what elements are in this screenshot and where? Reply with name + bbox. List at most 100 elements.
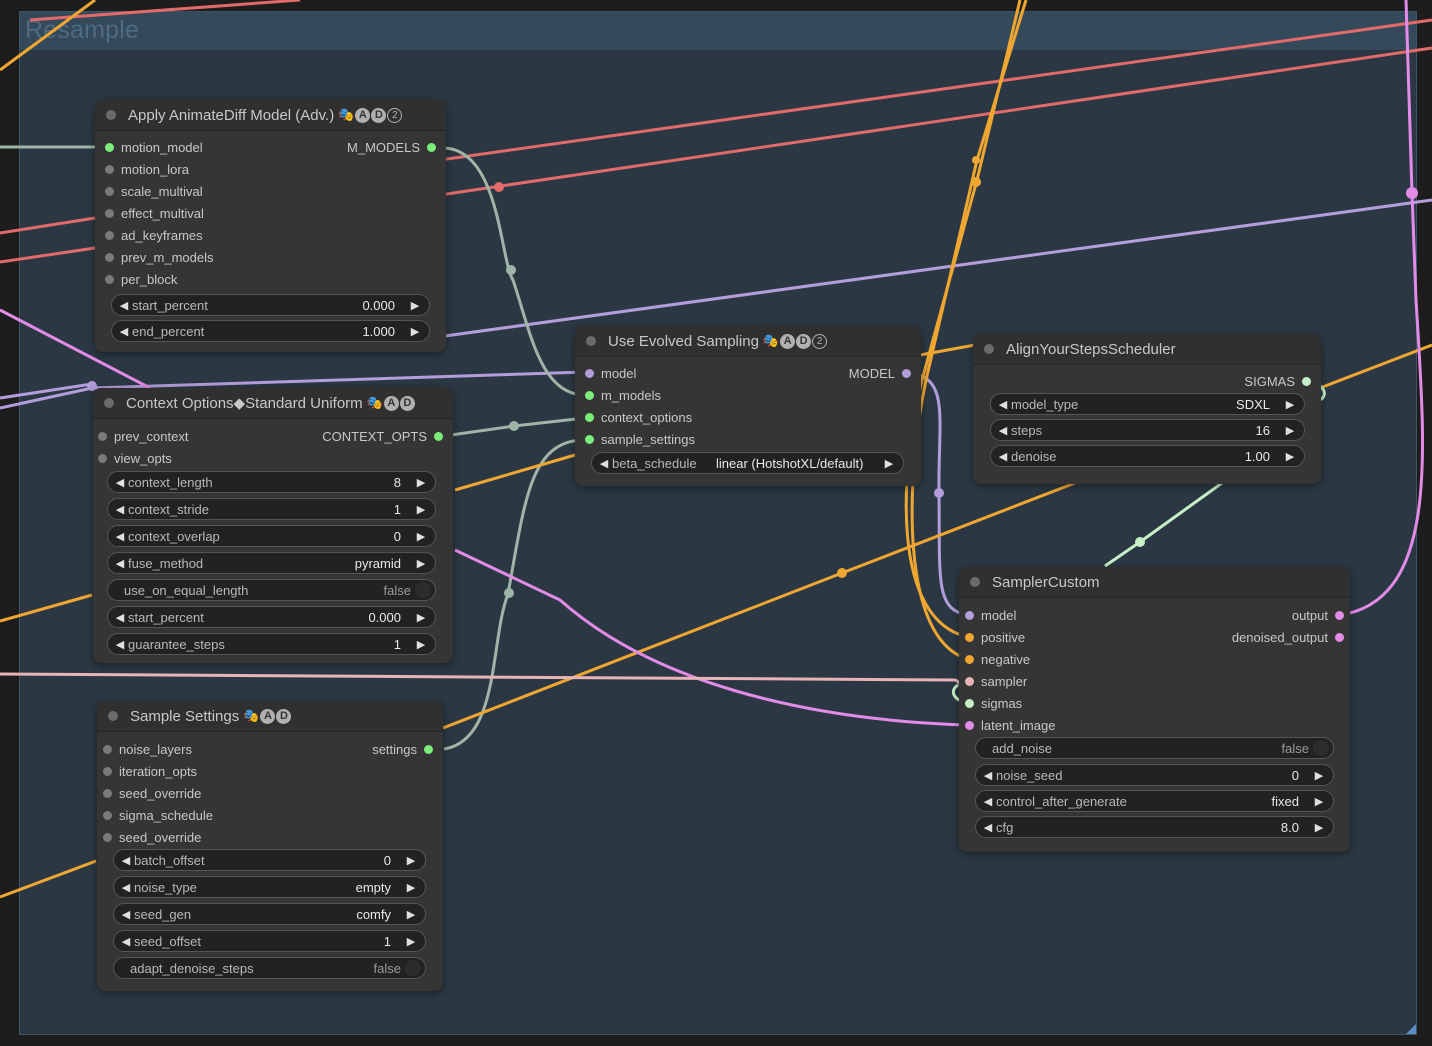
increment-arrow-icon[interactable]: ▶	[1311, 769, 1327, 782]
widget-end-percent[interactable]: ◀ end_percent 1.000 ▶	[111, 320, 430, 342]
slot-dot-icon[interactable]	[105, 252, 114, 262]
slot-dot-icon[interactable]	[105, 186, 114, 196]
input-slot-motion-model[interactable]: motion_model	[105, 136, 203, 158]
input-slot-per-block[interactable]: per_block	[105, 268, 177, 290]
input-slot-positive[interactable]: positive	[965, 626, 1025, 648]
input-slot-prev-m-models[interactable]: prev_m_models	[105, 246, 214, 268]
input-slot-ad-keyframes[interactable]: ad_keyframes	[105, 224, 203, 246]
slot-dot-icon[interactable]	[103, 788, 112, 798]
node-context-options[interactable]: Context Options◆Standard Uniform 🎭 A D p…	[93, 388, 453, 663]
widget-seed-offset[interactable]: ◀ seed_offset 1 ▶	[113, 930, 426, 952]
decrement-arrow-icon[interactable]: ◀	[118, 908, 134, 921]
slot-dot-icon[interactable]	[1335, 632, 1344, 642]
increment-arrow-icon[interactable]: ▶	[1282, 398, 1298, 411]
widget-fuse-method[interactable]: ◀ fuse_method pyramid ▶	[107, 552, 436, 574]
node-align-your-steps-scheduler[interactable]: AlignYourStepsScheduler SIGMAS ◀ model_ty…	[973, 334, 1321, 484]
widget-value[interactable]: pyramid	[355, 556, 401, 571]
group-header[interactable]: Resample	[20, 12, 1416, 50]
collapse-dot-icon[interactable]	[586, 336, 596, 346]
node-header[interactable]: Sample Settings 🎭 A D	[97, 701, 443, 732]
decrement-arrow-icon[interactable]: ◀	[596, 457, 612, 470]
decrement-arrow-icon[interactable]: ◀	[112, 557, 128, 570]
decrement-arrow-icon[interactable]: ◀	[116, 299, 132, 312]
slot-dot-icon[interactable]	[105, 274, 114, 284]
widget-seed-gen[interactable]: ◀ seed_gen comfy ▶	[113, 903, 426, 925]
slot-dot-icon[interactable]	[98, 431, 107, 441]
output-slot-sigmas[interactable]: SIGMAS	[1244, 370, 1311, 392]
widget-context-length[interactable]: ◀ context_length 8 ▶	[107, 471, 436, 493]
widget-value[interactable]: empty	[356, 880, 391, 895]
increment-arrow-icon[interactable]: ▶	[413, 611, 429, 624]
group-resize-handle[interactable]	[1406, 1024, 1416, 1034]
widget-beta-schedule[interactable]: ◀ beta_schedule linear (HotshotXL/default)…	[591, 452, 904, 474]
widget-value[interactable]: 0.000	[368, 610, 401, 625]
slot-dot-icon[interactable]	[965, 654, 974, 664]
slot-dot-icon[interactable]	[965, 720, 974, 730]
slot-dot-icon[interactable]	[105, 142, 114, 152]
slot-dot-icon[interactable]	[1302, 376, 1311, 386]
input-slot-model[interactable]: model	[585, 362, 636, 384]
widget-value[interactable]: 0	[384, 853, 391, 868]
widget-value[interactable]: 8.0	[1281, 820, 1299, 835]
node-header[interactable]: Use Evolved Sampling 🎭 A D 2	[575, 326, 921, 357]
widget-context-stride[interactable]: ◀ context_stride 1 ▶	[107, 498, 436, 520]
decrement-arrow-icon[interactable]: ◀	[112, 530, 128, 543]
output-slot-denoised-output[interactable]: denoised_output	[1232, 626, 1344, 648]
increment-arrow-icon[interactable]: ▶	[1311, 821, 1327, 834]
slot-dot-icon[interactable]	[434, 431, 443, 441]
output-slot-m-models[interactable]: M_MODELS	[347, 136, 436, 158]
output-slot-context-opts[interactable]: CONTEXT_OPTS	[322, 425, 443, 447]
node-apply-animatediff-model[interactable]: Apply AnimateDiff Model (Adv.) 🎭 A D 2 m…	[95, 100, 446, 352]
widget-value[interactable]: 8	[394, 475, 401, 490]
widget-batch-offset[interactable]: ◀ batch_offset 0 ▶	[113, 849, 426, 871]
widget-value[interactable]: comfy	[356, 907, 391, 922]
slot-dot-icon[interactable]	[98, 453, 107, 463]
widget-value[interactable]: 1	[384, 934, 391, 949]
input-slot-latent-image[interactable]: latent_image	[965, 714, 1055, 736]
toggle-knob[interactable]	[1313, 740, 1329, 756]
node-header[interactable]: Apply AnimateDiff Model (Adv.) 🎭 A D 2	[95, 100, 446, 131]
decrement-arrow-icon[interactable]: ◀	[980, 795, 996, 808]
input-slot-noise-layers[interactable]: noise_layers	[103, 738, 192, 760]
node-sample-settings[interactable]: Sample Settings 🎭 A D noise_layers setti…	[97, 701, 443, 991]
increment-arrow-icon[interactable]: ▶	[413, 557, 429, 570]
widget-start-percent[interactable]: ◀ start_percent 0.000 ▶	[107, 606, 436, 628]
slot-dot-icon[interactable]	[1335, 610, 1344, 620]
widget-value[interactable]: 1	[394, 502, 401, 517]
widget-context-overlap[interactable]: ◀ context_overlap 0 ▶	[107, 525, 436, 547]
collapse-dot-icon[interactable]	[984, 344, 994, 354]
increment-arrow-icon[interactable]: ▶	[1282, 424, 1298, 437]
decrement-arrow-icon[interactable]: ◀	[995, 398, 1011, 411]
widget-add-noise[interactable]: add_noise false	[975, 737, 1334, 759]
slot-dot-icon[interactable]	[585, 390, 594, 400]
widget-value[interactable]: 1	[394, 637, 401, 652]
input-slot-sigmas[interactable]: sigmas	[965, 692, 1022, 714]
widget-denoise[interactable]: ◀ denoise 1.00 ▶	[990, 445, 1305, 467]
node-header[interactable]: SamplerCustom	[959, 567, 1350, 598]
input-slot-effect-multival[interactable]: effect_multival	[105, 202, 204, 224]
widget-value[interactable]: 1.000	[362, 324, 395, 339]
slot-dot-icon[interactable]	[105, 164, 114, 174]
widget-cfg[interactable]: ◀ cfg 8.0 ▶	[975, 816, 1334, 838]
slot-dot-icon[interactable]	[585, 434, 594, 444]
decrement-arrow-icon[interactable]: ◀	[980, 769, 996, 782]
widget-value[interactable]: 0	[1292, 768, 1299, 783]
input-slot-sample-settings[interactable]: sample_settings	[585, 428, 695, 450]
decrement-arrow-icon[interactable]: ◀	[995, 424, 1011, 437]
slot-dot-icon[interactable]	[103, 810, 112, 820]
increment-arrow-icon[interactable]: ▶	[407, 299, 423, 312]
input-slot-motion-lora[interactable]: motion_lora	[105, 158, 189, 180]
slot-dot-icon[interactable]	[105, 208, 114, 218]
input-slot-sampler[interactable]: sampler	[965, 670, 1027, 692]
toggle-knob[interactable]	[415, 582, 431, 598]
widget-use-on-equal-length[interactable]: use_on_equal_length false	[107, 579, 436, 601]
decrement-arrow-icon[interactable]: ◀	[112, 503, 128, 516]
output-slot-output[interactable]: output	[1292, 604, 1344, 626]
slot-dot-icon[interactable]	[103, 744, 112, 754]
input-slot-prev-context[interactable]: prev_context	[98, 425, 188, 447]
widget-model-type[interactable]: ◀ model_type SDXL ▶	[990, 393, 1305, 415]
increment-arrow-icon[interactable]: ▶	[403, 854, 419, 867]
decrement-arrow-icon[interactable]: ◀	[995, 450, 1011, 463]
slot-dot-icon[interactable]	[105, 230, 114, 240]
widget-value[interactable]: fixed	[1272, 794, 1299, 809]
